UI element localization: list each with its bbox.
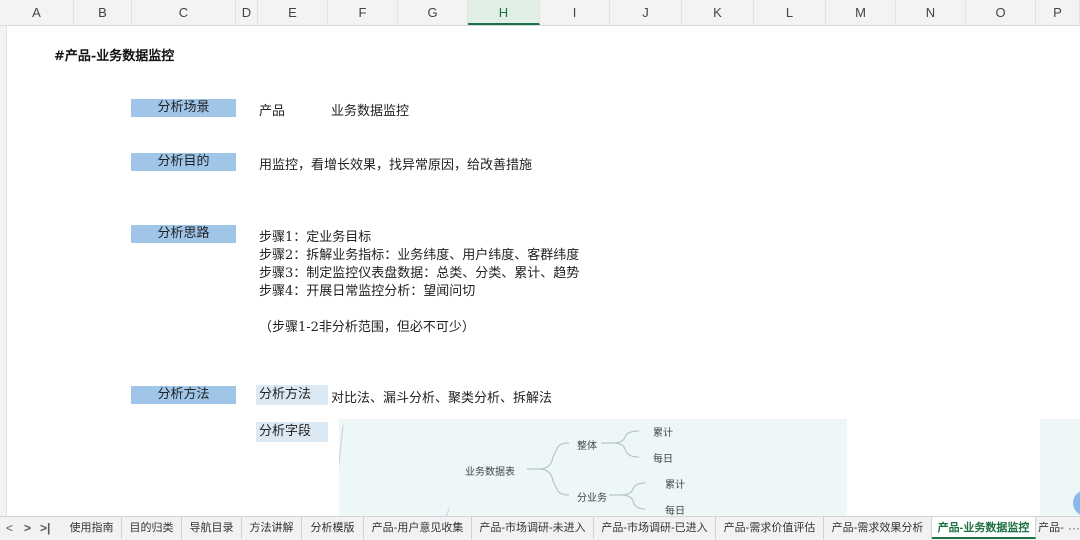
mindmap-branch-by-business: 分业务 — [577, 493, 607, 504]
approach-step-4[interactable]: 步骤4：开展日常监控分析：望闻问切 — [259, 280, 475, 299]
tab-overflow-icon[interactable]: ··· — [1068, 517, 1080, 540]
mindmap-leaf-daily-1: 每日 — [653, 454, 673, 465]
scene-label[interactable]: 分析场景 — [131, 99, 236, 117]
mindmap-leaf-cumulative-2: 累计 — [665, 480, 685, 491]
approach-step-1[interactable]: 步骤1：定业务目标 — [259, 226, 371, 245]
scene-value-product[interactable]: 产品 — [259, 100, 285, 119]
tab-next-icon[interactable]: > — [24, 517, 31, 540]
scene-value-monitoring[interactable]: 业务数据监控 — [331, 100, 409, 119]
column-header-a[interactable]: A — [0, 0, 74, 25]
method-sub-label[interactable]: 分析方法 — [256, 385, 328, 405]
column-header-e[interactable]: E — [258, 0, 328, 25]
column-header-m[interactable]: M — [826, 0, 896, 25]
tab-last-icon[interactable]: >| — [40, 517, 50, 540]
tab-market-research-not-entered[interactable]: 产品-市场调研-未进入 — [472, 517, 594, 539]
column-header-i[interactable]: I — [540, 0, 610, 25]
field-mindmap-image[interactable]: 业务数据表 整体 分业务 累计 每日 累计 每日 — [339, 419, 847, 519]
mindmap-root: 业务数据表 — [465, 467, 515, 478]
method-value[interactable]: 对比法、漏斗分析、聚类分析、拆解法 — [331, 387, 552, 406]
column-header-g[interactable]: G — [398, 0, 468, 25]
tab-demand-effect-analysis[interactable]: 产品-需求效果分析 — [824, 517, 932, 539]
column-header-d[interactable]: D — [236, 0, 258, 25]
column-header-f[interactable]: F — [328, 0, 398, 25]
mindmap-branch-overall: 整体 — [577, 441, 597, 452]
tab-method-explanation[interactable]: 方法讲解 — [242, 517, 302, 539]
method-label[interactable]: 分析方法 — [131, 386, 236, 404]
tab-demand-value-assessment[interactable]: 产品-需求价值评估 — [716, 517, 824, 539]
column-header-n[interactable]: N — [896, 0, 966, 25]
tab-prev-icon[interactable]: < — [6, 517, 13, 540]
row-gutter — [0, 26, 7, 516]
column-header-c[interactable]: C — [132, 0, 236, 25]
column-header-h[interactable]: H — [468, 0, 540, 25]
column-header-o[interactable]: O — [966, 0, 1036, 25]
tab-user-feedback[interactable]: 产品-用户意见收集 — [364, 517, 472, 539]
tab-business-data-monitoring[interactable]: 产品-业务数据监控 — [932, 517, 1036, 539]
field-label[interactable]: 分析字段 — [256, 422, 328, 442]
sheet-title[interactable]: #产品-业务数据监控 — [54, 45, 174, 64]
column-header-k[interactable]: K — [682, 0, 754, 25]
sheet-tab-bar: < > >| 使用指南 目的归类 导航目录 方法讲解 分析模版 产品-用户意见收… — [0, 516, 1080, 540]
mindmap-leaf-daily-2: 每日 — [665, 506, 685, 517]
mindmap-leaf-cumulative-1: 累计 — [653, 428, 673, 439]
approach-note[interactable]: （步骤1-2非分析范围，但必不可少） — [259, 316, 475, 335]
tab-analysis-template[interactable]: 分析模版 — [302, 517, 364, 539]
approach-step-3[interactable]: 步骤3：制定监控仪表盘数据：总类、分类、累计、趋势 — [259, 262, 579, 281]
column-header-j[interactable]: J — [610, 0, 682, 25]
column-header-l[interactable]: L — [754, 0, 826, 25]
tab-purpose-categories[interactable]: 目的归类 — [122, 517, 182, 539]
column-header-p[interactable]: P — [1036, 0, 1080, 25]
tab-market-research-entered[interactable]: 产品-市场调研-已进入 — [594, 517, 716, 539]
purpose-label[interactable]: 分析目的 — [131, 153, 236, 171]
purpose-value[interactable]: 用监控，看增长效果，找异常原因，给改善措施 — [259, 154, 532, 173]
approach-step-2[interactable]: 步骤2：拆解业务指标：业务纬度、用户纬度、客群纬度 — [259, 244, 579, 263]
column-header-bar: A B C D E F G H I J K L M N O P — [0, 0, 1080, 26]
column-header-b[interactable]: B — [74, 0, 132, 25]
mindmap-connectors — [339, 424, 646, 519]
tab-usage-guide[interactable]: 使用指南 — [62, 517, 122, 539]
tab-partial[interactable]: 产品- — [1036, 517, 1066, 539]
tab-navigation[interactable]: 导航目录 — [182, 517, 242, 539]
approach-label[interactable]: 分析思路 — [131, 225, 236, 243]
